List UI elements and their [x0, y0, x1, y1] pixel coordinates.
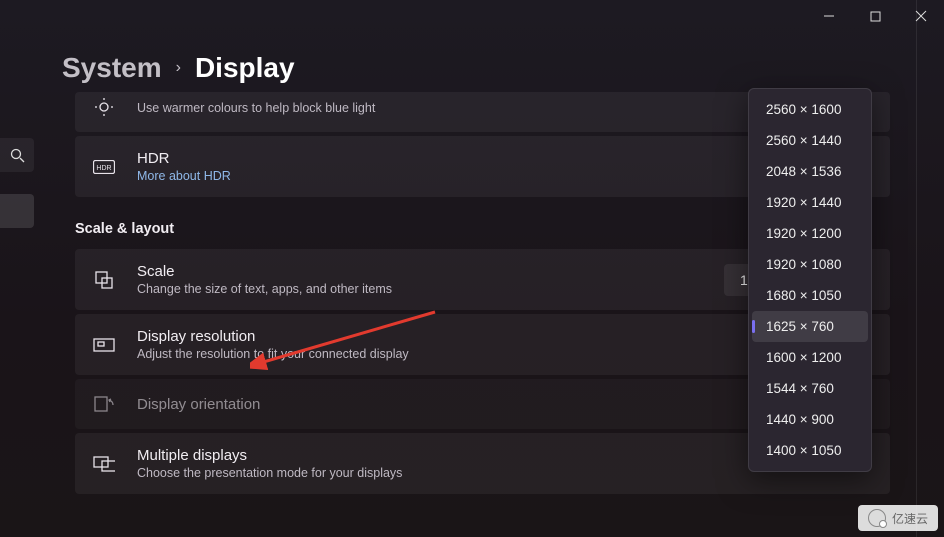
- close-icon: [915, 10, 927, 22]
- orientation-icon: [93, 393, 115, 415]
- watermark: 亿速云: [858, 505, 938, 531]
- svg-text:HDR: HDR: [96, 165, 111, 172]
- maximize-icon: [870, 11, 881, 22]
- resolution-option[interactable]: 1544 × 760: [752, 373, 868, 404]
- scale-icon: [93, 269, 115, 291]
- breadcrumb-display: Display: [195, 52, 295, 84]
- nav-system[interactable]: [0, 194, 34, 228]
- search-icon: [10, 148, 25, 163]
- vertical-separator: [916, 0, 917, 537]
- maximize-button[interactable]: [852, 0, 898, 32]
- minimize-icon: [823, 10, 835, 22]
- resolution-option[interactable]: 1600 × 1200: [752, 342, 868, 373]
- night-light-sub: Use warmer colours to help block blue li…: [137, 101, 844, 115]
- minimize-button[interactable]: [806, 0, 852, 32]
- resolution-option[interactable]: 1440 × 900: [752, 404, 868, 435]
- watermark-icon: [868, 509, 886, 527]
- resolution-option[interactable]: 1920 × 1200: [752, 218, 868, 249]
- chevron-right-icon: ›: [176, 59, 181, 77]
- multi-title: Multiple displays: [137, 447, 844, 464]
- resolution-option[interactable]: 1625 × 760: [752, 311, 868, 342]
- night-light-icon: [93, 96, 115, 118]
- settings-window: System › Display Use warmer colours to h…: [0, 0, 944, 537]
- resolution-option[interactable]: 1920 × 1080: [752, 249, 868, 280]
- resolution-option[interactable]: 2560 × 1600: [752, 94, 868, 125]
- resolution-icon: [93, 334, 115, 356]
- breadcrumb-system[interactable]: System: [62, 52, 162, 84]
- hdr-icon: HDR: [93, 156, 115, 178]
- scale-title: Scale: [137, 263, 724, 280]
- close-button[interactable]: [898, 0, 944, 32]
- resolution-option[interactable]: 1680 × 1050: [752, 280, 868, 311]
- nav-search[interactable]: [0, 138, 34, 172]
- breadcrumb: System › Display: [62, 52, 295, 84]
- resolution-option[interactable]: 2560 × 1440: [752, 125, 868, 156]
- multi-sub: Choose the presentation mode for your di…: [137, 466, 844, 480]
- hdr-title: HDR: [137, 150, 844, 167]
- resolution-dropdown[interactable]: 2560 × 16002560 × 14402048 × 15361920 × …: [748, 88, 872, 472]
- nav-rail: [0, 138, 34, 250]
- resolution-option[interactable]: 1400 × 1050: [752, 435, 868, 466]
- watermark-text: 亿速云: [892, 510, 928, 527]
- window-controls: [806, 0, 944, 32]
- resolution-option[interactable]: 1920 × 1440: [752, 187, 868, 218]
- multiple-displays-icon: [93, 453, 115, 475]
- hdr-link[interactable]: More about HDR: [137, 169, 844, 183]
- scale-sub: Change the size of text, apps, and other…: [137, 282, 724, 296]
- resolution-option[interactable]: 2048 × 1536: [752, 156, 868, 187]
